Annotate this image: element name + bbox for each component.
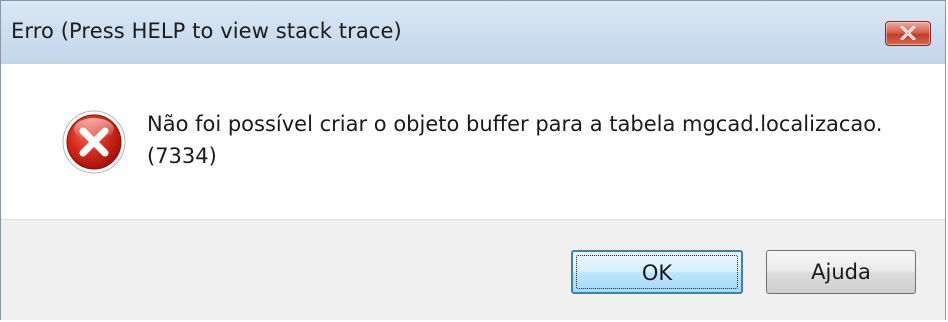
help-button-label: Ajuda bbox=[811, 260, 871, 284]
error-dialog: Erro (Press HELP to view stack trace) Nã… bbox=[0, 0, 946, 320]
close-button[interactable] bbox=[885, 21, 931, 46]
window-title: Erro (Press HELP to view stack trace) bbox=[11, 19, 402, 43]
title-bar[interactable]: Erro (Press HELP to view stack trace) bbox=[1, 1, 945, 64]
message-area: Não foi possível criar o objeto buffer p… bbox=[1, 64, 945, 219]
error-icon bbox=[62, 110, 126, 174]
ok-button[interactable]: OK bbox=[571, 250, 743, 294]
error-code: (7334) bbox=[147, 144, 217, 168]
error-message: Não foi possível criar o objeto buffer p… bbox=[147, 108, 937, 172]
error-message-line1: Não foi possível criar o objeto buffer p… bbox=[147, 112, 883, 136]
ok-button-label: OK bbox=[641, 261, 673, 285]
button-bar: OK Ajuda bbox=[1, 219, 945, 320]
help-button[interactable]: Ajuda bbox=[766, 250, 916, 294]
close-icon bbox=[900, 26, 916, 40]
